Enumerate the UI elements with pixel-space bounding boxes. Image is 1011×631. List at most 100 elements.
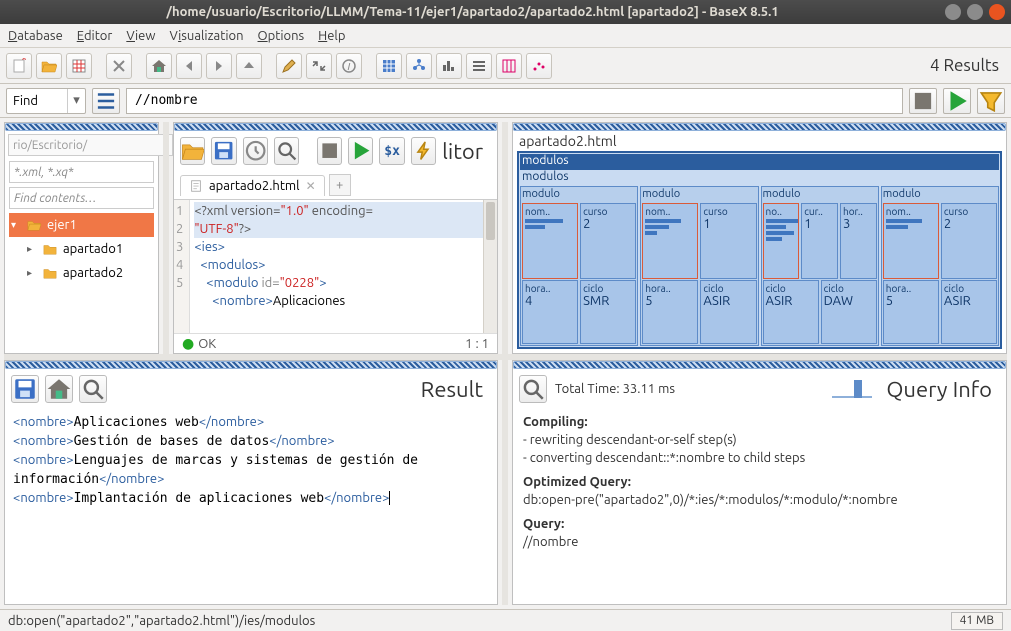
project-panel: ... *.xml, *.xq* Find contents… ▾ejer1▸a… [4, 122, 159, 354]
result-panel: Result <nombre>Aplicaciones web</nombre>… [4, 360, 498, 605]
expand-button[interactable] [306, 53, 332, 79]
tree-item[interactable]: ▸apartado2 [9, 261, 154, 285]
window-titlebar: /home/usuario/Escritorio/LLMM/Tema-11/ej… [0, 0, 1011, 24]
tree-view-button[interactable] [406, 53, 432, 79]
menu-options[interactable]: Options [258, 29, 305, 43]
info-find-button[interactable] [519, 375, 547, 403]
status-path: db:open("apartado2","apartado2.html")/ie… [8, 614, 315, 628]
code-editor[interactable]: 12345 <?xml version="1.0" encoding= "UTF… [174, 199, 497, 333]
stop-query-button[interactable] [909, 88, 937, 114]
treemap-root[interactable]: modulos [520, 170, 999, 186]
panel-grip[interactable] [513, 123, 1006, 131]
editor-scrollbar[interactable] [483, 200, 497, 333]
menu-visualization[interactable]: Visualization [169, 29, 243, 43]
edit-button[interactable] [276, 53, 302, 79]
editor-tab[interactable]: apartado2.html ✕ [180, 175, 325, 196]
editor-vars-button[interactable]: $x [379, 137, 404, 165]
home-button[interactable] [146, 53, 172, 79]
run-query-button[interactable] [943, 88, 971, 114]
window-close-button[interactable] [989, 4, 1005, 20]
forward-button[interactable] [206, 53, 232, 79]
main-toolbar: 4 Results [0, 48, 1011, 84]
tree-item[interactable]: ▾ejer1 [9, 213, 154, 237]
editor-run-button[interactable] [348, 137, 373, 165]
tablev-view-button[interactable] [496, 53, 522, 79]
editor-find-button[interactable] [274, 137, 299, 165]
editor-panel: $x litor apartado2.html ✕ + 12345 <?xml … [173, 122, 498, 354]
treemap-modulo[interactable]: modulo nom.. curso2 hora..5 cicloASIR [881, 186, 999, 346]
up-button[interactable] [236, 53, 262, 79]
table-view-button[interactable] [376, 53, 402, 79]
result-save-button[interactable] [11, 375, 39, 403]
treemap-modulo[interactable]: modulo nom.. curso2 hora..4 cicloSMR [520, 186, 638, 346]
contents-filter[interactable]: Find contents… [9, 187, 154, 209]
treemap-modulo[interactable]: modulo no.. cur..1 hor..3 cicloASIR cicl… [761, 186, 879, 346]
open-button[interactable] [36, 53, 62, 79]
tree-item[interactable]: ▸apartado1 [9, 237, 154, 261]
close-tab-icon[interactable]: ✕ [306, 179, 316, 193]
result-title: Result [421, 377, 491, 402]
result-find-button[interactable] [79, 375, 107, 403]
treemap-file: apartado2.html [513, 131, 1006, 151]
results-count: 4 Results [930, 56, 999, 75]
path-input[interactable] [8, 134, 173, 156]
new-db-button[interactable] [6, 53, 32, 79]
back-button[interactable] [176, 53, 202, 79]
editor-save-button[interactable] [211, 137, 236, 165]
time-sparkline-icon [832, 378, 872, 400]
window-minimize-button[interactable] [945, 4, 961, 20]
menu-database[interactable]: Database [8, 29, 63, 43]
menubar: Database Editor View Visualization Optio… [0, 24, 1011, 48]
window-title: /home/usuario/Escritorio/LLMM/Tema-11/ej… [6, 5, 939, 19]
panel-grip[interactable] [5, 123, 158, 131]
treemap-panel: apartado2.html modulos modulos modulo no… [512, 122, 1007, 354]
add-tab-button[interactable]: + [329, 174, 351, 196]
ok-icon: ● [182, 335, 194, 352]
cursor-position: 1 : 1 [465, 337, 489, 351]
glob-filter[interactable]: *.xml, *.xq* [9, 161, 154, 183]
splitter-v1[interactable] [163, 122, 169, 354]
result-home-button[interactable] [45, 375, 73, 403]
list-view-button[interactable] [466, 53, 492, 79]
total-time: Total Time: 33.11 ms [555, 382, 675, 396]
find-mode-combo[interactable]: ▾ [6, 88, 86, 114]
editor-open-button[interactable] [180, 137, 205, 165]
editor-history-button[interactable] [243, 137, 268, 165]
splitter-v3[interactable] [502, 360, 508, 605]
file-tree: ▾ejer1▸apartado1▸apartado2 [9, 213, 154, 351]
find-mode-input[interactable] [7, 94, 67, 108]
window-maximize-button[interactable] [967, 4, 983, 20]
result-body[interactable]: <nombre>Aplicaciones web</nombre><nombre… [5, 409, 497, 604]
editor-bolt-button[interactable] [411, 137, 436, 165]
treemap-root-sel[interactable]: modulos [520, 154, 999, 170]
file-icon [189, 179, 203, 193]
query-input[interactable] [126, 88, 903, 114]
treemap[interactable]: modulos modulos modulo nom.. curso2 hora… [517, 151, 1002, 349]
chevron-down-icon[interactable]: ▾ [67, 89, 85, 113]
editor-stop-button[interactable] [317, 137, 342, 165]
menu-view[interactable]: View [126, 29, 155, 43]
panel-grip[interactable] [5, 361, 497, 369]
menu-editor[interactable]: Editor [77, 29, 113, 43]
query-info-title: Query Info [886, 377, 1000, 402]
splitter-v2[interactable] [502, 122, 508, 354]
query-info-panel: Total Time: 33.11 ms Query Info Compilin… [512, 360, 1007, 605]
treemap-modulo[interactable]: modulo nom.. curso1 hora..5 cicloASIR [640, 186, 758, 346]
close-db-button[interactable] [106, 53, 132, 79]
info-button[interactable] [336, 53, 362, 79]
memory-usage: 41 MB [951, 612, 1003, 630]
lines-icon-button[interactable] [92, 88, 120, 114]
menu-help[interactable]: Help [318, 29, 345, 43]
filter-button[interactable] [977, 88, 1005, 114]
bars-view-button[interactable] [436, 53, 462, 79]
panel-grip[interactable] [174, 123, 497, 131]
panel-grip[interactable] [513, 361, 1006, 369]
status-ok: OK [198, 337, 216, 351]
grid-button[interactable] [66, 53, 92, 79]
query-bar: ▾ [0, 84, 1011, 118]
tab-label: apartado2.html [209, 179, 300, 193]
scatter-view-button[interactable] [526, 53, 552, 79]
query-info-body: Compiling: - rewriting descendant-or-sel… [513, 409, 1006, 604]
status-bar: db:open("apartado2","apartado2.html")/ie… [0, 609, 1011, 631]
editor-title: litor [442, 139, 491, 164]
